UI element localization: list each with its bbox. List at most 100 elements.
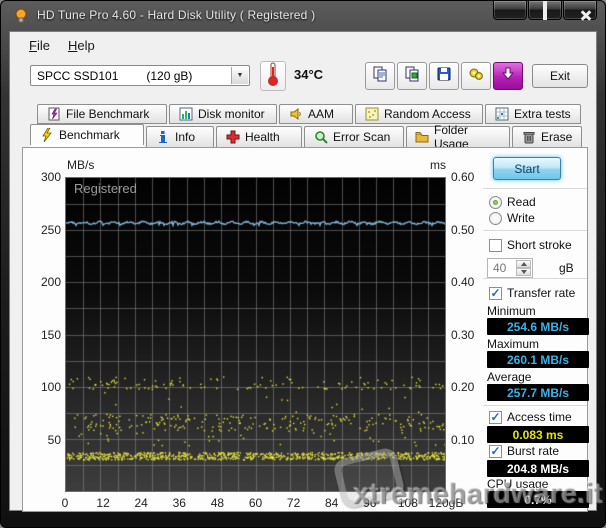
tab-row-primary: BenchmarkInfoHealthError ScanFolder Usag…: [30, 126, 582, 147]
download-button[interactable]: [493, 62, 523, 90]
tab-benchmark[interactable]: Benchmark: [30, 124, 144, 145]
menu-help[interactable]: Help: [59, 35, 104, 56]
spinner-up-icon[interactable]: [516, 260, 531, 268]
minimum-label: Minimum: [487, 304, 536, 318]
grid-chart-icon: [494, 107, 509, 121]
average-value: 257.7 MB/s: [487, 384, 589, 401]
toolbar: SPCC SSD101 (120 gB) ▼ 34°C Exit: [10, 58, 596, 104]
save-button[interactable]: [429, 62, 459, 90]
y-right-tick: 0.20: [451, 380, 474, 394]
copy-button[interactable]: [365, 62, 395, 90]
transfer-rate-checkbox[interactable]: Transfer rate: [489, 286, 575, 300]
health-cross-icon: [225, 130, 240, 144]
maximum-label: Maximum: [487, 337, 539, 351]
options-button[interactable]: [461, 62, 491, 90]
spinner-down-icon[interactable]: [516, 268, 531, 276]
tab-file-benchmark[interactable]: File Benchmark: [37, 104, 167, 124]
down-arrow-icon: [500, 66, 516, 87]
maximum-value: 260.1 MB/s: [487, 351, 589, 368]
window-title: HD Tune Pro 4.60 - Hard Disk Utility ( R…: [37, 8, 315, 22]
close-button[interactable]: [563, 1, 597, 20]
cpu-usage-label: CPU usage: [487, 477, 548, 491]
copy-icon: [372, 66, 388, 87]
short-stroke-size-input[interactable]: 40: [487, 258, 533, 278]
separator: [483, 230, 587, 232]
copy-image-icon: [404, 66, 420, 87]
x-axis-tick: 24: [121, 496, 161, 510]
tab-aam[interactable]: AAM: [279, 104, 353, 124]
app-window: HD Tune Pro 4.60 - Hard Disk Utility ( R…: [0, 0, 606, 528]
temperature-value: 34°C: [294, 67, 323, 82]
benchmark-chart: Registered: [65, 177, 446, 492]
drive-capacity: (120 gB): [146, 69, 192, 83]
tab-random-access[interactable]: Random Access: [355, 104, 483, 124]
minimum-value: 254.6 MB/s: [487, 318, 589, 335]
maximize-icon: [543, 1, 547, 19]
tab-folder-usage[interactable]: Folder Usage: [406, 126, 510, 147]
spinner-buttons: [516, 260, 531, 276]
access-time-value: 0.083 ms: [487, 426, 589, 443]
x-axis-tick: 108: [388, 496, 428, 510]
exit-button[interactable]: Exit: [532, 64, 588, 88]
read-radio[interactable]: Read: [489, 195, 536, 209]
x-axis-tick: 48: [197, 496, 237, 510]
tab-extra-tests[interactable]: Extra tests: [485, 104, 581, 124]
x-axis-tick: 72: [274, 496, 314, 510]
x-axis-tick: 36: [159, 496, 199, 510]
thermometer-icon: [267, 61, 279, 92]
menu-file[interactable]: File: [20, 35, 59, 56]
cpu-usage-value: 0.7%: [487, 491, 589, 508]
x-axis-tick: 120gB: [426, 496, 466, 510]
radio-dot-icon: [489, 212, 502, 225]
separator: [483, 188, 587, 190]
y-left-tick: 150: [23, 328, 61, 342]
x-axis-tick: 60: [236, 496, 276, 510]
average-label: Average: [487, 370, 531, 384]
gears-icon: [468, 66, 484, 87]
tab-health[interactable]: Health: [216, 126, 302, 147]
x-axis-tick: 96: [350, 496, 390, 510]
y-right-tick: 0.30: [451, 328, 474, 342]
separator: [483, 405, 587, 407]
checkbox-icon: [489, 239, 502, 252]
checkbox-checked-icon: [489, 411, 502, 424]
burst-rate-checkbox[interactable]: Burst rate: [489, 444, 559, 458]
y-left-tick: 200: [23, 275, 61, 289]
y-right-tick: 0.40: [451, 275, 474, 289]
short-stroke-checkbox[interactable]: Short stroke: [489, 238, 572, 252]
info-icon: [155, 130, 170, 144]
minimize-button[interactable]: [493, 1, 527, 20]
checkbox-checked-icon: [489, 287, 502, 300]
y-left-tick: 100: [23, 380, 61, 394]
access-time-checkbox[interactable]: Access time: [489, 410, 572, 424]
y-right-axis-label: ms: [418, 158, 446, 172]
copy-image-button[interactable]: [397, 62, 427, 90]
checkbox-checked-icon: [489, 445, 502, 458]
maximize-button[interactable]: [528, 1, 562, 20]
tab-error-scan[interactable]: Error Scan: [304, 126, 404, 147]
write-radio[interactable]: Write: [489, 211, 535, 225]
registered-overlay: Registered: [74, 181, 137, 196]
tab-info[interactable]: Info: [146, 126, 214, 147]
x-axis-tick: 0: [45, 496, 85, 510]
tab-erase[interactable]: Erase: [512, 126, 582, 147]
burst-rate-value: 204.8 MB/s: [487, 460, 589, 477]
save-icon: [436, 66, 452, 87]
speaker-icon: [288, 107, 303, 121]
y-left-tick: 300: [23, 170, 61, 184]
x-axis-tick: 12: [83, 496, 123, 510]
tab-row-secondary: File BenchmarkDisk monitorAAMRandom Acce…: [37, 104, 581, 124]
tab-disk-monitor[interactable]: Disk monitor: [169, 104, 277, 124]
app-icon: [13, 7, 29, 23]
separator: [483, 278, 587, 280]
drive-select-dropdown[interactable]: SPCC SSD101 (120 gB) ▼: [30, 65, 250, 86]
short-stroke-unit: gB: [559, 261, 574, 275]
client-area: FileHelp SPCC SSD101 (120 gB) ▼ 34°C Exi…: [9, 31, 597, 511]
lightning-icon: [39, 128, 54, 142]
chevron-down-icon[interactable]: ▼: [231, 67, 248, 84]
bar-chart-icon: [178, 107, 193, 121]
y-left-tick: 50: [23, 433, 61, 447]
y-right-tick: 0.60: [451, 170, 474, 184]
start-button[interactable]: Start: [493, 157, 561, 180]
random-dots-icon: [364, 107, 379, 121]
